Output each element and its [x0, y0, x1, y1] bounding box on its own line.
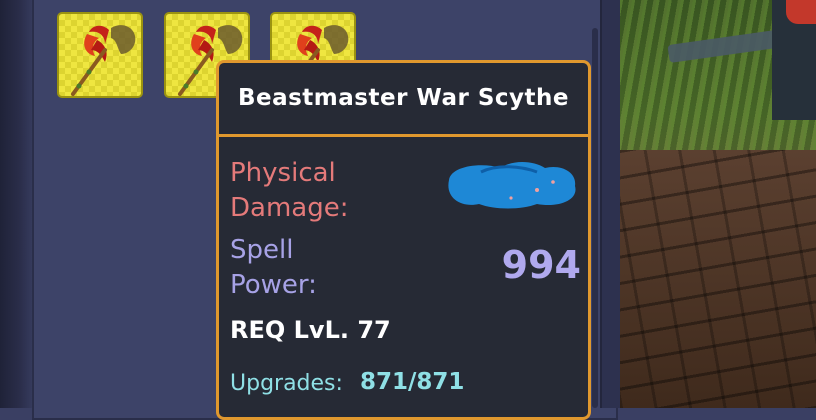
upgrades-value: 871/871 [360, 369, 465, 395]
redaction-scribble [448, 162, 576, 209]
character-cape [786, 0, 816, 24]
tooltip-header: Beastmaster War Scythe [219, 63, 588, 137]
spell-power-value: 994 [501, 243, 581, 287]
upgrades-label: Upgrades: [230, 371, 343, 396]
spell-power-label: Spell Power: [230, 235, 317, 300]
inventory-scrollbar[interactable] [592, 28, 598, 408]
item-tooltip: Beastmaster War Scythe Physical Damage: … [216, 60, 591, 420]
left-edge [0, 0, 32, 408]
scythe-icon [71, 25, 136, 96]
physical-damage-label: Physical Damage: [230, 158, 349, 223]
panel-border [600, 0, 622, 408]
item-name: Beastmaster War Scythe [237, 85, 570, 111]
brick-path [620, 150, 816, 408]
required-level: REQ LvL. 77 [230, 316, 391, 344]
inventory-slot-1[interactable] [57, 12, 143, 98]
